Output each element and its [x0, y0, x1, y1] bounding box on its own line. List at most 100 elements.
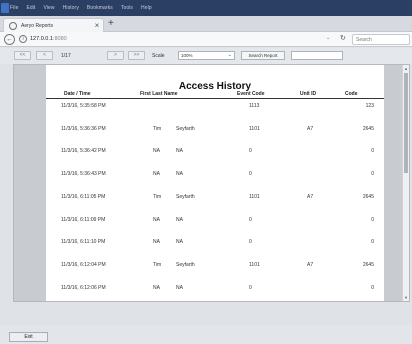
- scale-value: 100%: [181, 53, 193, 58]
- reload-icon[interactable]: ↻: [340, 34, 346, 42]
- cell-unit-id: A7: [307, 125, 314, 132]
- report-toolbar: << < 1/17 > >> Scale 100% ⌄ Search Repor…: [0, 48, 412, 64]
- cell-first-name: NA: [153, 216, 160, 223]
- cell-code: 2645: [362, 261, 374, 268]
- menu-edit[interactable]: Edit: [26, 5, 35, 11]
- cell-first-name: Tim: [153, 193, 162, 200]
- cell-code: 2645: [362, 125, 374, 132]
- first-page-button[interactable]: <<: [14, 51, 31, 60]
- table-row: 11/3/16, 5:36:42 PM NA NA 0 0: [46, 148, 384, 158]
- last-page-button[interactable]: >>: [128, 51, 145, 60]
- cell-code: 0: [371, 171, 374, 178]
- cell-datetime: 11/3/16, 6:12:04 PM: [61, 261, 106, 268]
- url-field[interactable]: 127.0.0.1:8080: [30, 36, 67, 42]
- search-placeholder: Search: [356, 36, 372, 43]
- prev-page-button[interactable]: <: [36, 51, 53, 60]
- cell-last-name: NA: [176, 216, 183, 223]
- table-row: 11/3/16, 6:11:10 PM NA NA 0 0: [46, 239, 384, 249]
- cell-last-name: NA: [176, 171, 183, 178]
- scroll-down-icon[interactable]: ▼: [403, 295, 409, 300]
- cell-code: 0: [371, 284, 374, 291]
- cell-datetime: 11/3/16, 6:11:10 PM: [61, 239, 106, 246]
- cell-unit-id: A7: [307, 261, 314, 268]
- cell-event-code: 1113: [249, 103, 260, 109]
- tab-strip: Aeryo Reports × +: [0, 16, 412, 32]
- cell-last-name: NA: [176, 284, 183, 291]
- menu-view[interactable]: View: [44, 5, 55, 11]
- menu-tools[interactable]: Tools: [121, 5, 133, 11]
- cell-unit-id: A7: [307, 193, 314, 200]
- cell-event-code: 0: [249, 284, 252, 291]
- table-row: 11/3/16, 5:35:58 PM 1113 123: [46, 103, 384, 113]
- chevron-down-icon: ⌄: [227, 52, 232, 58]
- scroll-thumb[interactable]: [404, 73, 408, 173]
- chevron-down-icon[interactable]: ⌄: [326, 35, 330, 41]
- cell-event-code: 1101: [249, 125, 260, 132]
- table-row: 11/3/16, 5:36:36 PM Tim Seyfarth 1101 A7 2645: [46, 126, 384, 136]
- scale-label: Scale: [152, 53, 165, 59]
- cell-first-name: Tim: [153, 261, 162, 268]
- col-unit-id: Unit ID: [300, 91, 317, 97]
- scroll-up-icon[interactable]: ▲: [403, 66, 409, 71]
- page-indicator: 1/17: [61, 53, 71, 59]
- scale-select[interactable]: 100% ⌄: [178, 51, 235, 60]
- bottom-bar: Exit: [0, 325, 412, 344]
- report-page: Access History Date / Time First Last Na…: [46, 65, 384, 301]
- table-row: 11/3/16, 6:11:05 PM Tim Seyfarth 1101 A7 2645: [46, 194, 384, 204]
- col-code: Code: [345, 91, 358, 97]
- cell-first-name: NA: [153, 239, 160, 246]
- col-name: First Last Name: [140, 91, 178, 97]
- globe-icon: [9, 21, 17, 30]
- cell-datetime: 11/3/16, 6:11:09 PM: [61, 216, 106, 223]
- cell-datetime: 11/3/16, 6:11:05 PM: [61, 193, 106, 200]
- table-row: 11/3/16, 6:12:04 PM Tim Seyfarth 1101 A7 2645: [46, 262, 384, 272]
- cell-first-name: NA: [153, 148, 160, 155]
- report-search-input[interactable]: [291, 51, 343, 60]
- col-date-time: Date / Time: [64, 91, 91, 97]
- cell-datetime: 11/3/16, 5:36:36 PM: [61, 125, 106, 132]
- search-report-button[interactable]: Search Report: [241, 51, 285, 60]
- tab-title: Aeryo Reports: [21, 22, 53, 29]
- cell-datetime: 11/3/16, 5:36:42 PM: [61, 148, 106, 155]
- menu-help[interactable]: Help: [141, 5, 152, 11]
- menu-file[interactable]: File: [10, 5, 18, 11]
- cell-first-name: NA: [153, 284, 160, 291]
- menu-history[interactable]: History: [63, 5, 79, 11]
- cell-event-code: 0: [249, 171, 252, 178]
- url-port: :8080: [52, 36, 67, 42]
- cell-last-name: Seyfarth: [176, 261, 195, 268]
- menu-bookmarks[interactable]: Bookmarks: [87, 5, 113, 11]
- cell-first-name: Tim: [153, 125, 162, 132]
- title-bar: File Edit View History Bookmarks Tools H…: [0, 0, 412, 16]
- cell-code: 2645: [362, 193, 374, 200]
- cell-code: 0: [371, 239, 374, 246]
- browser-search-input[interactable]: Search: [352, 34, 410, 45]
- vertical-scrollbar[interactable]: ▲ ▼: [402, 65, 409, 301]
- next-page-button[interactable]: >: [107, 51, 124, 60]
- cell-last-name: NA: [176, 148, 183, 155]
- exit-button[interactable]: Exit: [9, 332, 48, 342]
- url-host: 127.0.0.1: [30, 36, 53, 42]
- table-row: 11/3/16, 5:36:43 PM NA NA 0 0: [46, 171, 384, 181]
- new-tab-button[interactable]: +: [108, 19, 114, 29]
- close-icon[interactable]: ×: [91, 21, 103, 30]
- tab-aeryo-reports[interactable]: Aeryo Reports ×: [3, 18, 104, 32]
- table-row: 11/3/16, 6:12:06 PM NA NA 0 0: [46, 285, 384, 295]
- menu-bar: File Edit View History Bookmarks Tools H…: [10, 2, 152, 14]
- cell-event-code: 1101: [249, 261, 260, 268]
- back-button[interactable]: ←: [4, 34, 15, 45]
- table-row: 11/3/16, 6:11:09 PM NA NA 0 0: [46, 217, 384, 227]
- table-header: Date / Time First Last Name Event Code U…: [46, 90, 384, 99]
- cell-first-name: NA: [153, 171, 160, 178]
- app-logo-icon: [1, 3, 9, 13]
- cell-code: 0: [371, 216, 374, 223]
- cell-event-code: 0: [249, 216, 252, 223]
- cell-last-name: Seyfarth: [176, 193, 195, 200]
- report-viewport: Access History Date / Time First Last Na…: [13, 64, 410, 302]
- cell-last-name: Seyfarth: [176, 125, 195, 132]
- col-event-code: Event Code: [237, 91, 265, 97]
- cell-datetime: 11/3/16, 5:35:58 PM: [61, 103, 106, 109]
- cell-code: 123: [365, 103, 374, 109]
- cell-datetime: 11/3/16, 6:12:06 PM: [61, 284, 106, 291]
- info-icon[interactable]: i: [19, 35, 27, 43]
